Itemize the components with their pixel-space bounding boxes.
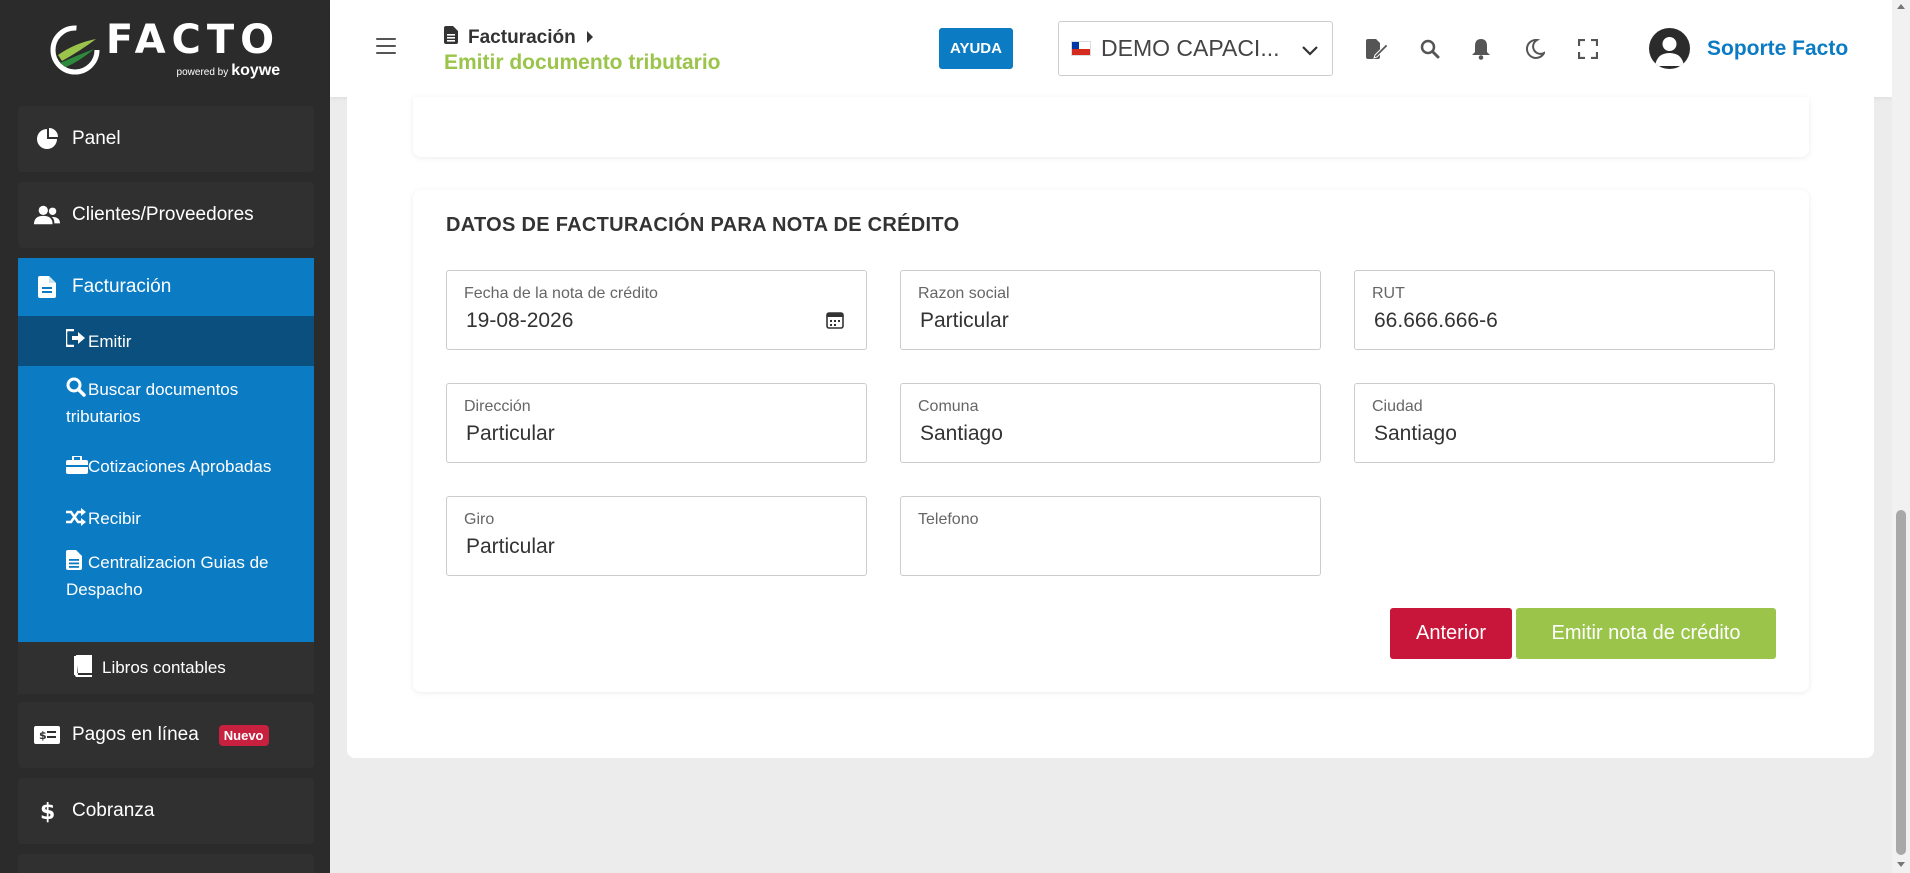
- new-badge: Nuevo: [218, 724, 269, 746]
- previous-section-card: [413, 97, 1809, 157]
- avatar[interactable]: [1649, 28, 1690, 69]
- emit-credit-note-button[interactable]: Emitir nota de crédito: [1516, 608, 1776, 659]
- sidebar-item-cobranza[interactable]: $ Cobranza: [18, 778, 314, 844]
- dollar-icon: $: [34, 798, 60, 824]
- scroll-down-icon[interactable]: [1897, 862, 1905, 867]
- fecha-field[interactable]: Fecha de la nota de crédito 19-08-2026: [446, 270, 867, 350]
- sidebar-subitem-libros[interactable]: Libros contables: [18, 642, 314, 694]
- sidebar-item-clientes[interactable]: Clientes/Proveedores: [18, 182, 314, 248]
- logo[interactable]: FACTO powered by koywe: [0, 0, 330, 100]
- scrollbar-thumb[interactable]: [1896, 510, 1906, 855]
- svg-text:$: $: [40, 800, 54, 823]
- field-label: Fecha de la nota de crédito: [464, 285, 658, 302]
- pie-chart-icon: [34, 126, 60, 152]
- previous-button[interactable]: Anterior: [1390, 608, 1512, 659]
- field-label: Razon social: [918, 285, 1010, 302]
- sidebar-item-pagos[interactable]: $ Pagos en línea Nuevo: [18, 702, 314, 768]
- shuffle-icon: [66, 508, 88, 533]
- ciudad-field[interactable]: Ciudad Santiago: [1354, 383, 1775, 463]
- sidebar-item-label: Pagos en línea: [72, 724, 199, 745]
- document-icon: [444, 26, 458, 50]
- brand-powered: powered by: [176, 67, 229, 78]
- sidebar-item-label: Cobranza: [72, 800, 155, 821]
- razon-social-field[interactable]: Razon social Particular: [900, 270, 1321, 350]
- sidebar-item-facturacion[interactable]: Facturación: [18, 258, 314, 316]
- direccion-field[interactable]: Dirección Particular: [446, 383, 867, 463]
- sidebar-item-next[interactable]: [18, 854, 314, 873]
- field-value: Particular: [466, 422, 555, 445]
- sidebar-subitem-label: Buscar documentos tributarios: [66, 380, 239, 426]
- sidebar-item-panel[interactable]: Panel: [18, 106, 314, 172]
- field-value: Santiago: [1374, 422, 1457, 445]
- sidebar-subitem-label: Cotizaciones Aprobadas: [88, 457, 272, 476]
- scrollbar[interactable]: [1892, 0, 1910, 873]
- scroll-up-icon[interactable]: [1897, 4, 1905, 9]
- field-label: Telefono: [918, 511, 979, 528]
- bell-icon[interactable]: [1468, 36, 1494, 62]
- page-title: Emitir documento tributario: [444, 51, 721, 74]
- company-select[interactable]: DEMO CAPACI...: [1058, 21, 1333, 76]
- sidebar-subitem-label: Emitir: [88, 331, 132, 351]
- svg-text:$: $: [39, 729, 47, 742]
- giro-field[interactable]: Giro Particular: [446, 496, 867, 576]
- telefono-field[interactable]: Telefono: [900, 496, 1321, 576]
- comuna-field[interactable]: Comuna Santiago: [900, 383, 1321, 463]
- field-label: Comuna: [918, 398, 979, 415]
- sidebar-subitem-label: Libros contables: [102, 658, 226, 677]
- sidebar: FACTO powered by koywe Panel Clientes/Pr…: [0, 0, 330, 873]
- field-value: 19-08-2026: [466, 309, 574, 332]
- section-title: DATOS DE FACTURACIÓN PARA NOTA DE CRÉDIT…: [446, 214, 960, 236]
- sidebar-subitem-recibir[interactable]: Recibir: [18, 506, 314, 533]
- fullscreen-icon[interactable]: [1575, 36, 1601, 62]
- help-button[interactable]: AYUDA: [939, 28, 1013, 69]
- sidebar-subitem-emitir[interactable]: Emitir: [18, 316, 314, 366]
- top-header: Facturación Emitir documento tributario …: [330, 0, 1892, 97]
- document-icon: [34, 276, 60, 298]
- brand-partner: koywe: [231, 62, 281, 79]
- chile-flag-icon: [1071, 41, 1091, 56]
- book-icon: [74, 654, 92, 682]
- field-value: Particular: [466, 535, 555, 558]
- field-value: Particular: [920, 309, 1009, 332]
- sign-out-icon: [64, 328, 88, 354]
- search-icon[interactable]: [1417, 36, 1443, 62]
- company-select-value: DEMO CAPACI...: [1101, 35, 1280, 61]
- sidebar-subitem-label: Centralizacion Guias de Despacho: [66, 553, 269, 599]
- sidebar-item-label: Facturación: [72, 276, 172, 297]
- search-icon: [66, 377, 88, 404]
- billing-data-card: DATOS DE FACTURACIÓN PARA NOTA DE CRÉDIT…: [413, 190, 1809, 692]
- field-label: Ciudad: [1372, 398, 1423, 415]
- caret-right-icon: [586, 27, 594, 49]
- edit-document-icon[interactable]: [1364, 36, 1390, 62]
- calendar-icon[interactable]: [826, 311, 844, 334]
- sidebar-subitem-cotizaciones[interactable]: Cotizaciones Aprobadas: [18, 454, 314, 481]
- user-name[interactable]: Soporte Facto: [1707, 37, 1848, 61]
- file-text-icon: [66, 550, 88, 577]
- dark-mode-icon[interactable]: [1522, 36, 1548, 62]
- field-value: 66.666.666-6: [1374, 309, 1498, 332]
- rut-field[interactable]: RUT 66.666.666-6: [1354, 270, 1775, 350]
- briefcase-icon: [66, 455, 88, 481]
- breadcrumb: Facturación: [444, 26, 594, 50]
- hamburger-menu-icon[interactable]: [376, 38, 396, 54]
- field-label: Dirección: [464, 398, 531, 415]
- users-icon: [34, 202, 60, 228]
- sidebar-subitem-buscar[interactable]: Buscar documentos tributarios: [18, 377, 314, 429]
- breadcrumb-item[interactable]: Facturación: [468, 27, 576, 49]
- sidebar-group-facturacion: Facturación Emitir Buscar documentos tri…: [18, 258, 314, 642]
- field-label: Giro: [464, 511, 495, 528]
- sidebar-item-label: Panel: [72, 128, 121, 149]
- field-value: Santiago: [920, 422, 1003, 445]
- sidebar-item-label: Clientes/Proveedores: [72, 204, 254, 225]
- facto-logo-icon: [50, 25, 100, 75]
- brand-name: FACTO: [105, 17, 281, 63]
- chevron-down-icon: [1302, 35, 1318, 62]
- sidebar-subitem-label: Recibir: [88, 509, 141, 528]
- money-bill-icon: $: [34, 722, 60, 748]
- field-label: RUT: [1372, 285, 1405, 302]
- sidebar-subitem-centralizacion[interactable]: Centralizacion Guias de Despacho: [18, 550, 314, 602]
